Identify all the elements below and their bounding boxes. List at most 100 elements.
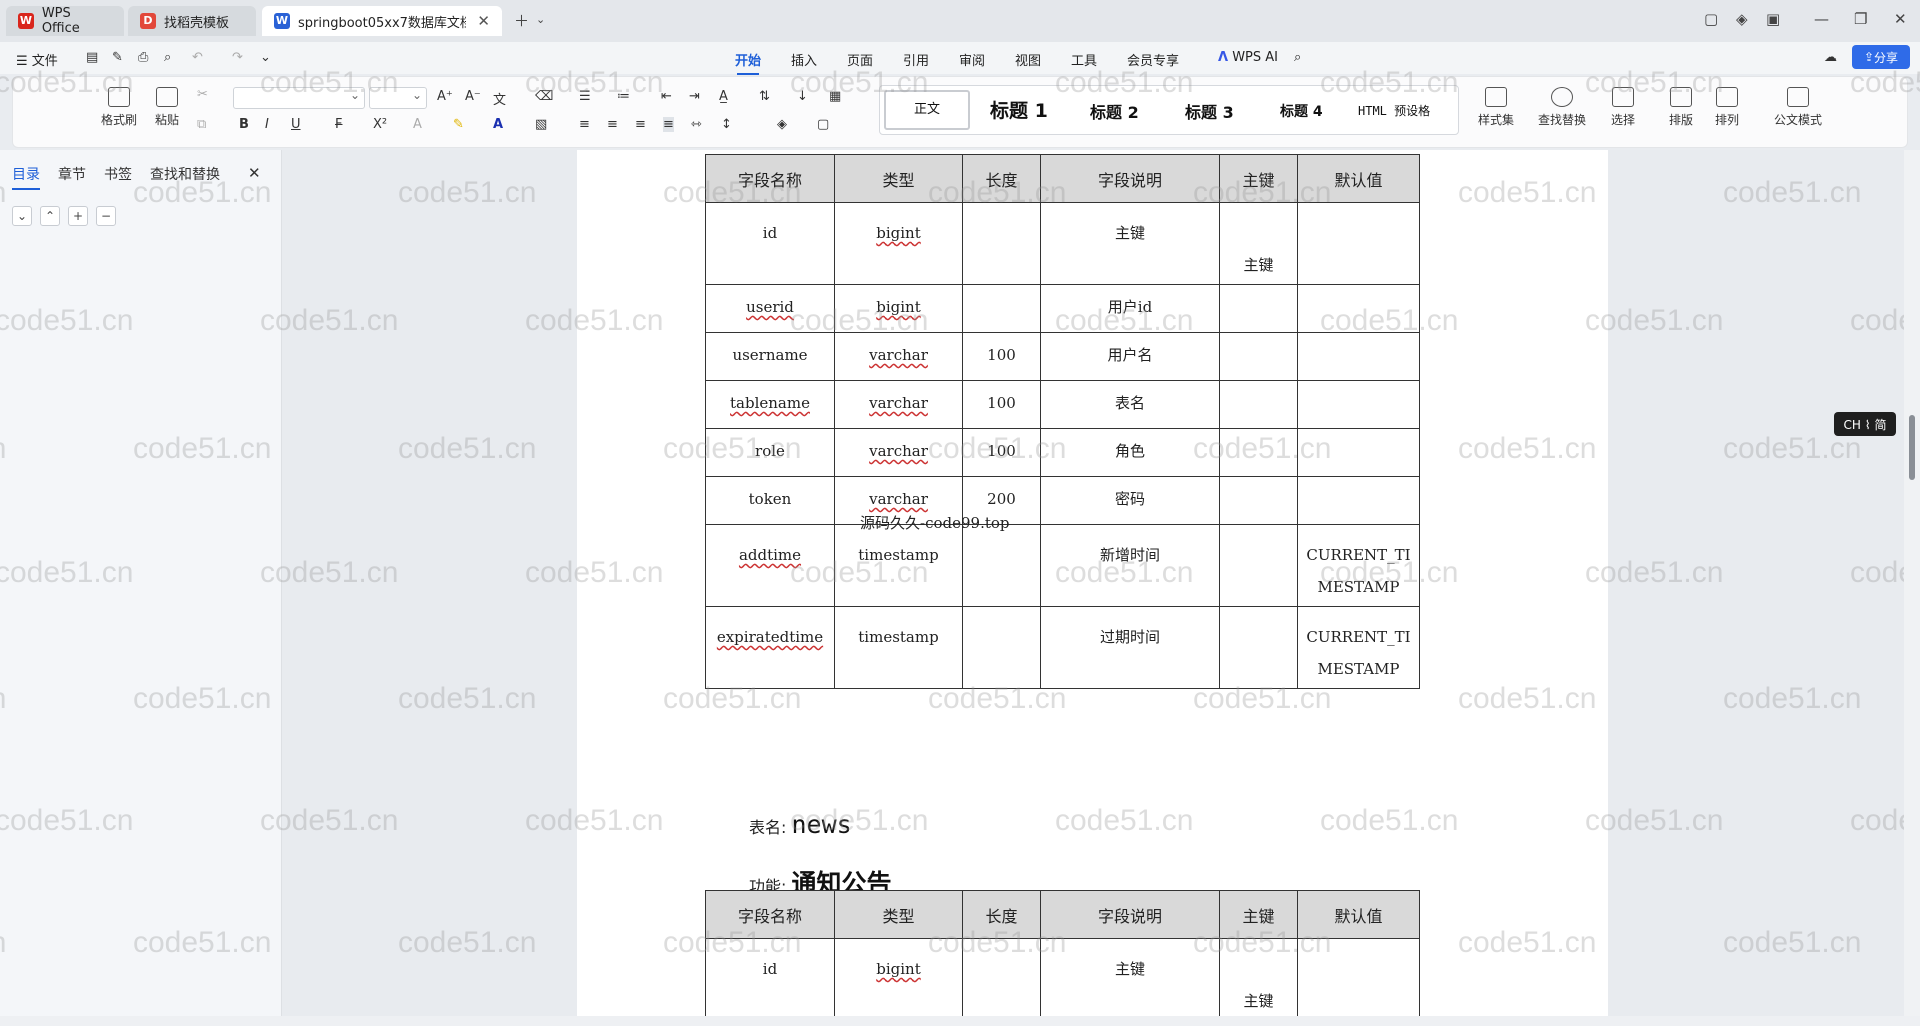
style-heading-2[interactable]: 标题 2 [1090, 99, 1139, 123]
superscript-icon[interactable]: X² [373, 117, 387, 132]
description-cell[interactable]: 角色 [1040, 428, 1220, 477]
primary-key-cell[interactable] [1219, 428, 1298, 477]
type-cell[interactable]: varchar [834, 428, 963, 477]
increase-indent-icon[interactable]: ⇥ [689, 89, 700, 104]
default-value-cell[interactable] [1297, 332, 1420, 381]
new-tab-icon[interactable]: ＋ [514, 10, 529, 31]
description-cell[interactable]: 密码 [1040, 476, 1220, 525]
default-value-cell[interactable] [1297, 202, 1420, 285]
scrollbar-thumb[interactable] [1909, 415, 1915, 480]
type-cell[interactable]: timestamp [834, 606, 963, 689]
sort-icon[interactable]: ⇅ [759, 89, 770, 104]
field-name-cell[interactable]: id [705, 202, 835, 285]
type-cell[interactable]: bigint [834, 202, 963, 285]
field-name-cell[interactable]: tablename [705, 380, 835, 429]
menu-reference[interactable]: 引用 [903, 50, 929, 69]
clear-format-icon[interactable]: ⌫ [535, 89, 553, 104]
tab-find-replace[interactable]: 查找和替换 [150, 164, 220, 184]
menu-page[interactable]: 页面 [847, 50, 873, 69]
type-cell[interactable]: bigint [834, 938, 963, 1016]
line-spacing-icon[interactable]: ↕ [721, 117, 732, 132]
length-cell[interactable] [962, 938, 1041, 1016]
font-family-select[interactable] [233, 87, 365, 109]
close-window-icon[interactable]: ✕ [1894, 10, 1907, 28]
menu-tools[interactable]: 工具 [1071, 50, 1097, 69]
field-name-cell[interactable]: username [705, 332, 835, 381]
field-name-cell[interactable]: id [705, 938, 835, 1016]
length-cell[interactable] [962, 606, 1041, 689]
shading-icon[interactable]: ◈ [777, 117, 787, 132]
tab-docer[interactable]: D 找稻壳模板 [128, 6, 256, 36]
default-value-cell[interactable] [1297, 284, 1420, 333]
description-cell[interactable]: 表名 [1040, 380, 1220, 429]
default-value-cell[interactable] [1297, 476, 1420, 525]
default-value-cell[interactable]: CURRENT_TIMESTAMP [1297, 524, 1420, 607]
description-cell[interactable]: 用户id [1040, 284, 1220, 333]
chevron-down-icon[interactable]: ⌄ [260, 50, 271, 65]
length-cell[interactable]: 100 [962, 380, 1041, 429]
default-value-cell[interactable]: CURRENT_TIMESTAMP [1297, 606, 1420, 689]
cut-icon[interactable]: ✂ [197, 87, 208, 102]
char-shading-icon[interactable]: ▧ [535, 117, 547, 132]
type-cell[interactable]: varchar [834, 332, 963, 381]
length-cell[interactable]: 100 [962, 332, 1041, 381]
ime-indicator[interactable]: CH ⌇ 简 [1834, 412, 1896, 436]
field-name-cell[interactable]: token [705, 476, 835, 525]
phonetic-icon[interactable]: 文 [493, 89, 506, 108]
description-cell[interactable]: 用户名 [1040, 332, 1220, 381]
undo-icon[interactable]: ↶ [192, 50, 203, 65]
length-cell[interactable] [962, 202, 1041, 285]
type-cell[interactable]: varchar [834, 380, 963, 429]
tab-document[interactable]: W springboot05xx7数据库文档 ✕ [262, 6, 502, 36]
avatar[interactable]: ▣ [1766, 10, 1780, 28]
description-cell[interactable]: 新增时间 [1040, 524, 1220, 607]
primary-key-cell[interactable] [1219, 606, 1298, 689]
az-sort-icon[interactable]: ↓ [797, 89, 808, 104]
length-cell[interactable] [962, 524, 1041, 607]
restore-icon[interactable]: ❐ [1854, 10, 1867, 28]
bullet-list-icon[interactable]: ☰ [579, 89, 591, 104]
font-color-icon[interactable]: A [493, 117, 503, 132]
highlight-icon[interactable]: ✎ [453, 117, 464, 132]
default-value-cell[interactable] [1297, 938, 1420, 1016]
format-painter-button[interactable]: 格式刷 [99, 87, 139, 128]
remove-icon[interactable]: − [96, 206, 116, 226]
menu-start[interactable]: 开始 [735, 50, 761, 75]
official-mode-button[interactable]: 公文模式 [1771, 87, 1825, 128]
style-heading-3[interactable]: 标题 3 [1185, 99, 1234, 123]
description-cell[interactable]: 主键 [1040, 938, 1220, 1016]
length-cell[interactable] [962, 284, 1041, 333]
primary-key-cell[interactable] [1219, 380, 1298, 429]
close-pane-icon[interactable]: ✕ [248, 164, 261, 182]
description-cell[interactable]: 主键 [1040, 202, 1220, 285]
distribute-icon[interactable]: ⇿ [691, 117, 702, 132]
length-cell[interactable]: 100 [962, 428, 1041, 477]
strikethrough-icon[interactable]: F [335, 117, 342, 132]
wps-ai-button[interactable]: ᐱ WPS AI [1218, 50, 1278, 65]
field-name-cell[interactable]: userid [705, 284, 835, 333]
default-value-cell[interactable] [1297, 380, 1420, 429]
vertical-scrollbar[interactable] [1904, 150, 1920, 1016]
style-heading-1[interactable]: 标题 1 [990, 96, 1048, 123]
primary-key-cell[interactable] [1219, 524, 1298, 607]
cloud-upload-icon[interactable]: ☁ [1824, 50, 1837, 65]
underline-icon[interactable]: U [291, 117, 301, 132]
font-size-select[interactable] [369, 87, 427, 109]
field-name-cell[interactable]: expiratedtime [705, 606, 835, 689]
redo-icon[interactable]: ↷ [232, 50, 243, 65]
type-cell[interactable]: bigint [834, 284, 963, 333]
decrease-indent-icon[interactable]: ⇤ [661, 89, 672, 104]
primary-key-cell[interactable]: 主键 [1219, 202, 1298, 285]
copy-icon[interactable]: ⧉ [197, 117, 206, 132]
tab-wps-office[interactable]: W WPS Office [6, 6, 124, 36]
tab-bookmarks[interactable]: 书签 [104, 164, 132, 184]
file-menu[interactable]: ☰ 文件 [16, 50, 58, 69]
primary-key-cell[interactable] [1219, 476, 1298, 525]
show-marks-icon[interactable]: ▦ [829, 89, 841, 104]
chevron-up-icon[interactable]: ⌃ [40, 206, 60, 226]
tab-chapters[interactable]: 章节 [58, 164, 86, 184]
layout-icon[interactable]: ▢ [1704, 10, 1718, 28]
shrink-font-icon[interactable]: A⁻ [465, 89, 481, 104]
style-set-button[interactable]: 样式集 [1471, 87, 1521, 128]
find-replace-button[interactable]: 查找替换 [1531, 87, 1593, 128]
